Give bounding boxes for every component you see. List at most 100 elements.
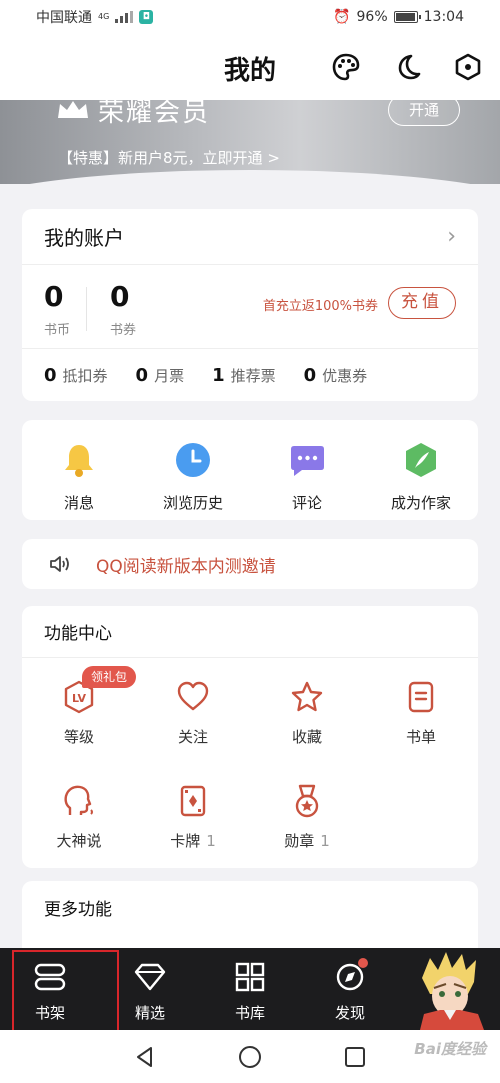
nav-discover[interactable]: 发现 [300,948,400,1030]
quick-item-comments[interactable]: 评论 [250,420,364,520]
crown-icon [58,101,88,118]
battery-percent: 96% [356,9,388,25]
theme-palette-button[interactable] [330,51,362,83]
chat-bubble-icon [287,440,327,480]
quick-item-label: 评论 [291,494,322,512]
watermark: Bai度经验 [414,1040,486,1058]
feature-grid: LV 等级 领礼包 关注 收藏 书单 大神说 卡牌 1 勋章 1 [22,658,478,868]
night-mode-button[interactable] [392,51,424,83]
feature-label: 等级 [63,728,94,746]
nav-featured[interactable]: 精选 [100,948,200,1030]
grid-icon [235,962,265,992]
feature-label: 书单 [405,728,436,746]
vip-open-button[interactable]: 开通 [388,100,460,126]
anime-character-image [420,952,484,1030]
hexagon-settings-icon [455,53,481,81]
quick-item-history[interactable]: 浏览历史 [136,420,250,520]
account-title: 我的账户 [44,226,124,250]
bottom-nav: 书架 精选 书库 发现 [0,948,500,1030]
coins-stat[interactable]: 0 书币 [44,280,71,339]
speaker-icon [50,556,69,572]
battery-icon [393,11,421,23]
alarm-icon: ⏰ [333,9,351,25]
coupon-recommend-ticket[interactable]: 1 推荐票 [212,365,276,386]
diamond-icon [134,963,166,991]
feature-medals[interactable]: 勋章 1 [250,782,364,851]
feature-count: 1 [320,832,330,850]
feature-label: 大神说 [56,832,102,850]
status-bar: 中国联通 4G ◘ ⏰ 96% 13:04 [0,0,500,34]
medal-icon [288,782,326,820]
vouchers-value: 0 [110,280,130,313]
coupon-deduction[interactable]: 0 抵扣券 [44,365,108,386]
feature-center-card: 功能中心 LV 等级 领礼包 关注 收藏 书单 大神说 卡牌 1 勋章 1 [22,606,478,868]
quick-item-label: 成为作家 [390,494,451,512]
beta-invite-notice[interactable]: QQ阅读新版本内测邀请 [22,539,478,589]
banner-curve [0,170,500,184]
vip-title: 荣耀会员 [98,100,211,128]
account-card: 我的账户 › 0 书币 0 书券 首充立返100%书券 充值 0 抵扣券 0 月票 … [22,209,478,401]
svg-text:LV: LV [72,692,86,705]
coupon-row: 0 抵扣券 0 月票 1 推荐票 0 优惠券 [22,349,478,401]
back-triangle-icon[interactable] [133,1045,157,1069]
feature-count: 1 [206,832,216,850]
quick-actions-card: 消息 浏览历史 评论 成为作家 [22,420,478,520]
coupon-monthly-ticket[interactable]: 0 月票 [136,365,185,386]
vip-promo-link[interactable]: 【特惠】新用户8元，立即开通 > [58,147,280,168]
feature-follow[interactable]: 关注 [136,678,250,747]
recharge-button[interactable]: 充值 [388,287,456,319]
bookshelf-icon [34,963,66,991]
feature-favorites[interactable]: 收藏 [250,678,364,747]
feature-master-talk[interactable]: 大神说 [22,782,136,851]
quick-item-messages[interactable]: 消息 [22,420,136,520]
coupon-discount[interactable]: 0 优惠券 [304,365,368,386]
settings-button[interactable] [452,51,484,83]
signal-icon [115,11,134,23]
chevron-right-icon: › [447,224,456,249]
feature-label: 勋章 1 [284,832,330,850]
page-header: 我的 [0,34,500,100]
feature-cards[interactable]: 卡牌 1 [136,782,250,851]
heart-icon [174,678,212,716]
balance-row: 0 书币 0 书券 首充立返100%书券 充值 [22,265,478,349]
nav-label: 发现 [334,1004,365,1022]
coins-value: 0 [44,280,64,313]
mascot-avatar[interactable] [400,948,500,1030]
feature-label: 收藏 [291,728,322,746]
vouchers-stat[interactable]: 0 书券 [110,280,137,339]
moon-icon [398,54,421,80]
notice-text: QQ阅读新版本内测邀请 [96,556,276,577]
more-features-title: 更多功能 [44,899,112,920]
nav-label: 书库 [234,1004,265,1022]
coins-label: 书币 [44,323,71,338]
page-title: 我的 [223,56,276,86]
nav-bookshelf[interactable]: 书架 [0,948,100,1030]
nav-library[interactable]: 书库 [200,948,300,1030]
speaking-head-icon [60,782,98,820]
notification-dot [358,958,368,968]
nav-label: 精选 [134,1004,165,1022]
feature-level[interactable]: LV 等级 [22,678,136,747]
quick-item-become-writer[interactable]: 成为作家 [364,420,478,520]
recharge-promo: 首充立返100%书券 [262,299,378,314]
vip-banner[interactable]: 荣耀会员 【特惠】新用户8元，立即开通 > 开通 [0,100,500,184]
document-list-icon [402,678,440,716]
feature-booklist[interactable]: 书单 [364,678,478,747]
feature-label: 卡牌 1 [170,832,216,850]
carrier-name: 中国联通 [36,10,92,26]
playing-card-icon [174,782,212,820]
palette-icon [332,53,360,81]
recents-square-icon[interactable] [343,1045,367,1069]
account-header[interactable]: 我的账户 › [22,209,478,265]
network-type: 4G [98,12,110,21]
vouchers-label: 书券 [110,323,137,338]
gift-pack-badge[interactable]: 领礼包 [82,666,137,688]
app-notification-icon: ◘ [139,10,154,24]
bell-icon [59,440,99,480]
quick-item-label: 消息 [63,494,94,512]
feature-center-title: 功能中心 [22,606,478,658]
quick-item-label: 浏览历史 [162,494,223,512]
home-circle-icon[interactable] [237,1044,263,1070]
clock-icon [173,440,213,480]
clock-time: 13:04 [423,9,464,25]
